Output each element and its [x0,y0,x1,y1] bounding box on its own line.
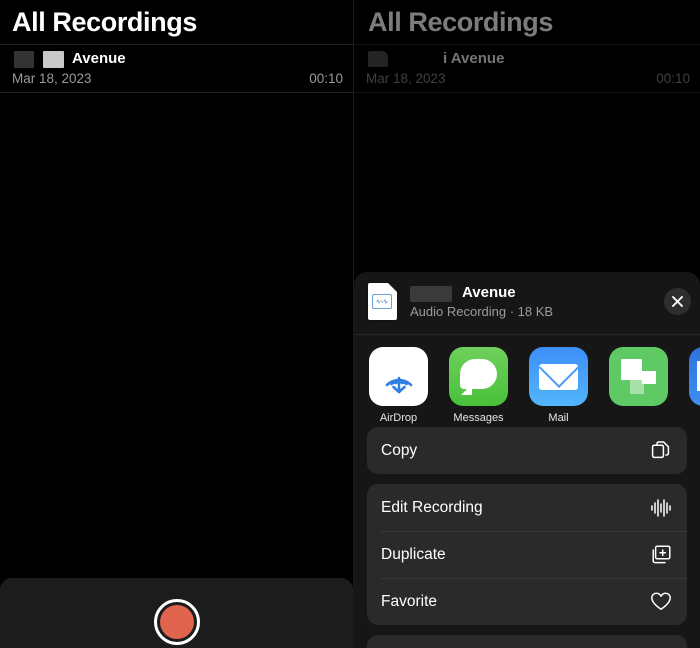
airdrop-icon [369,347,428,406]
waveform-glyph [372,294,392,309]
recording-duration: 00:10 [309,71,343,86]
copy-icon [649,439,673,463]
list-separator-bottom [0,92,353,93]
partial-app-icon [689,347,700,406]
list-item[interactable]: Avenue Mar 18, 2023 00:10 [0,45,353,92]
nearby-shape-part [621,359,642,380]
action-duplicate[interactable]: Duplicate [367,531,687,578]
record-toolbar [0,578,353,648]
recording-title-line: Avenue [12,50,343,70]
share-target-label: AirDrop [379,412,418,424]
action-edit-recording[interactable]: Edit Recording [367,484,687,531]
share-file-subtitle: Audio Recording · 18 KB [410,304,554,319]
share-file-name: Avenue [462,284,516,301]
record-button[interactable] [153,599,200,645]
nearby-glyph [621,359,656,394]
nearby-share-icon [609,347,668,406]
redaction-block-dark [14,51,34,68]
nearby-shape-part [642,371,656,384]
airdrop-rings-glyph [385,376,412,393]
action-label: Copy [381,441,418,459]
actions-card-primary: Copy [367,427,687,474]
recordings-list-dimmed: i Avenue Mar 18, 2023 00:10 [354,44,700,93]
right-panel: All Recordings i Avenue Mar 18, 2023 00:… [354,0,700,648]
action-copy[interactable]: Copy [367,427,687,474]
waveform-icon [649,496,673,520]
share-target-airdrop[interactable]: AirDrop [369,335,428,424]
recording-date: Mar 18, 2023 [12,71,92,86]
action-label: Favorite [381,592,437,610]
recordings-list: Avenue Mar 18, 2023 00:10 [0,44,353,93]
duplicate-icon [649,543,673,567]
list-separator-bottom [354,92,700,93]
page-title-dimmed: All Recordings [368,7,553,37]
share-target-nearby[interactable] [609,335,668,412]
close-icon [672,296,683,307]
action-favorite[interactable]: Favorite [367,578,687,625]
heart-icon [649,590,673,614]
redaction-block-filename [410,286,452,302]
share-target-label: Messages [453,412,504,424]
page-title: All Recordings [12,7,197,37]
redaction-block-light [43,51,64,68]
action-label: Edit Recording [381,498,483,516]
actions-card-secondary: Edit Recording Duplicate Favorite [367,484,687,625]
messages-icon [449,347,508,406]
share-sheet-header: Avenue Audio Recording · 18 KB [354,272,700,334]
action-label: Duplicate [381,545,446,563]
left-panel: All Recordings Avenue Mar 18, 2023 00:10 [0,0,353,648]
recording-name: Avenue [72,50,126,67]
actions-card-partial[interactable] [367,635,687,648]
voice-memos-share-screenshot: All Recordings Avenue Mar 18, 2023 00:10… [0,0,700,648]
share-target-mail[interactable]: Mail [529,335,588,424]
share-actions: Copy Edit Recording Duplicate Favorite [354,427,700,648]
recording-date: Mar 18, 2023 [366,71,446,86]
nearby-shape-part [630,380,644,394]
audio-document-icon [368,283,397,320]
recording-title-line: i Avenue [366,50,690,70]
share-target-partial[interactable] [689,335,700,412]
share-target-messages[interactable]: Messages [449,335,508,424]
mail-icon [529,347,588,406]
chat-bubble-glyph [460,359,497,389]
share-targets-row: AirDrop Messages Mail [354,335,700,427]
list-item: i Avenue Mar 18, 2023 00:10 [354,45,700,92]
share-target-label: Mail [548,412,569,424]
recording-duration: 00:10 [656,71,690,86]
redaction-block-dark [368,51,388,67]
close-button[interactable] [664,288,691,315]
recording-name: i Avenue [443,50,505,67]
share-sheet: Avenue Audio Recording · 18 KB AirDrop M… [354,272,700,648]
envelope-glyph [539,364,578,390]
